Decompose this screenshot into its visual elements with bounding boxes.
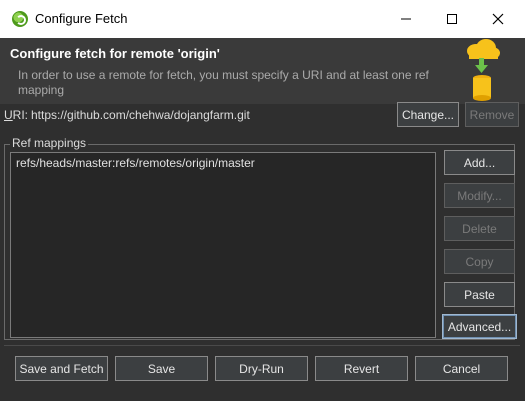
save-and-fetch-button[interactable]: Save and Fetch: [15, 356, 108, 381]
advanced-button[interactable]: Advanced...: [442, 314, 517, 339]
remove-uri-button[interactable]: Remove: [465, 102, 519, 127]
ref-mappings-label: Ref mappings: [10, 136, 89, 150]
copy-button[interactable]: Copy: [444, 249, 515, 274]
maximize-icon: [447, 14, 457, 24]
maximize-button[interactable]: [429, 0, 475, 38]
cloud-fetch-icon: [467, 39, 500, 101]
revert-button[interactable]: Revert: [315, 356, 408, 381]
list-item[interactable]: refs/heads/master:refs/remotes/origin/ma…: [16, 156, 255, 170]
add-button[interactable]: Add...: [444, 150, 515, 175]
app-icon: [12, 11, 28, 27]
close-button[interactable]: [475, 0, 521, 38]
title-bar: Configure Fetch: [0, 0, 525, 39]
save-button[interactable]: Save: [115, 356, 208, 381]
dry-run-button[interactable]: Dry-Run: [215, 356, 308, 381]
ref-mappings-list[interactable]: refs/heads/master:refs/remotes/origin/ma…: [10, 152, 436, 338]
footer-separator: [4, 345, 520, 346]
modify-button[interactable]: Modify...: [444, 183, 515, 208]
cancel-button[interactable]: Cancel: [415, 356, 508, 381]
minimize-icon: [401, 18, 411, 20]
header-title: Configure fetch for remote 'origin': [10, 46, 220, 61]
close-icon: [492, 13, 504, 25]
configure-fetch-dialog: Configure fetch for remote 'origin' In o…: [0, 38, 525, 401]
change-uri-button[interactable]: Change...: [397, 102, 459, 127]
paste-button[interactable]: Paste: [444, 282, 515, 307]
dialog-header: Configure fetch for remote 'origin' In o…: [0, 38, 525, 104]
delete-button[interactable]: Delete: [444, 216, 515, 241]
window-title: Configure Fetch: [35, 11, 128, 26]
minimize-button[interactable]: [383, 0, 429, 38]
header-message: In order to use a remote for fetch, you …: [18, 68, 429, 97]
uri-label: URI:: [4, 108, 29, 122]
uri-value: https://github.com/chehwa/dojangfarm.git: [31, 108, 250, 122]
